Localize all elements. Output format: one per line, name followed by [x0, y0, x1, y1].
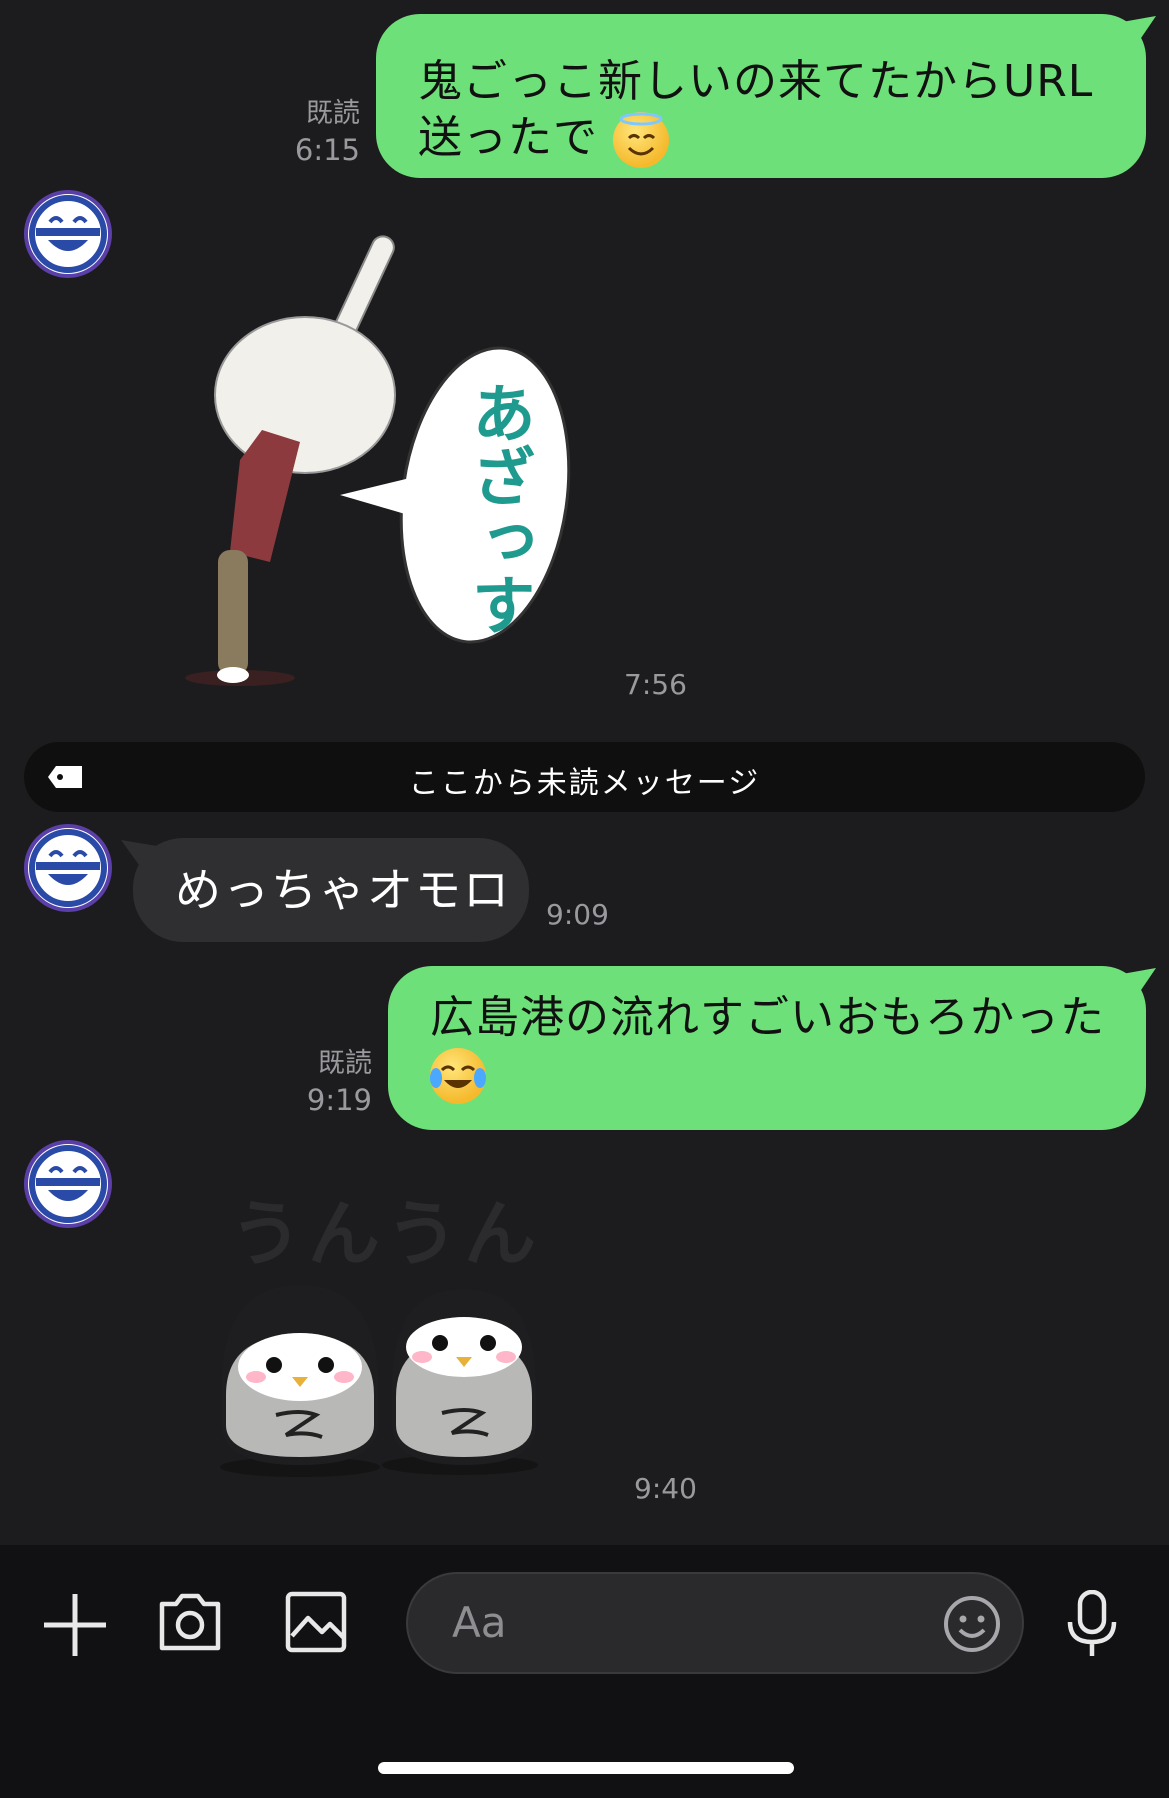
home-indicator [378, 1762, 794, 1774]
outgoing-bubble[interactable]: 鬼ごっこ新しいの来てたからURL 送ったで [376, 14, 1156, 178]
camera-icon[interactable] [156, 1590, 224, 1654]
incoming-bubble[interactable]: めっちゃオモロ [121, 838, 529, 942]
message-time: 9:09 [546, 898, 609, 931]
face-with-tears-of-joy-emoji [430, 1048, 486, 1104]
outgoing-bubble[interactable]: 広島港の流れすごいおもろかった [388, 966, 1156, 1130]
read-receipt: 既読 9:19 [306, 1048, 372, 1117]
read-receipt: 既読 6:15 [294, 98, 360, 167]
smiling-face-with-halo-emoji [613, 112, 669, 168]
plus-icon[interactable] [40, 1590, 110, 1660]
sticker-penguins-nodding[interactable]: うんうん [160, 1175, 600, 1485]
sticker-rabbit-bowing[interactable]: あざっす [180, 220, 580, 690]
message-input[interactable]: Aa [406, 1572, 1024, 1674]
emoji-icon[interactable] [942, 1594, 1002, 1654]
image-icon[interactable] [284, 1590, 348, 1654]
microphone-icon[interactable] [1066, 1590, 1118, 1660]
contact-avatar[interactable] [24, 190, 112, 278]
unread-divider: ここから未読メッセージ [24, 742, 1145, 812]
contact-avatar[interactable] [24, 824, 112, 912]
message-input-placeholder: Aa [452, 1598, 507, 1647]
message-time: 9:40 [634, 1472, 697, 1505]
message-time: 7:56 [624, 668, 687, 701]
unread-divider-label: ここから未読メッセージ [408, 766, 761, 801]
contact-avatar[interactable] [24, 1140, 112, 1228]
